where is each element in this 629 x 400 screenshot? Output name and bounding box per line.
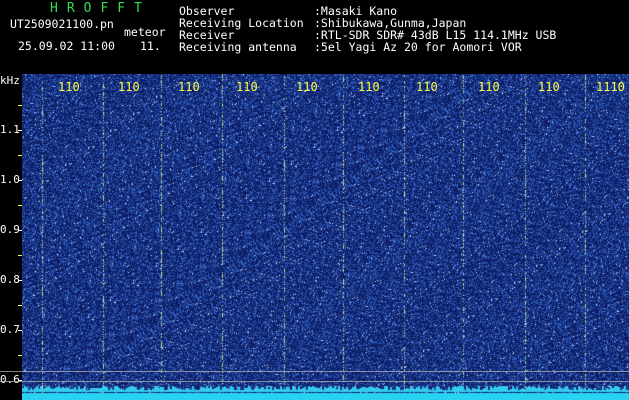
x-label: 110 — [296, 80, 318, 94]
y-tick — [18, 280, 22, 281]
y-tick — [18, 180, 22, 181]
y-label-0-6: 0.6 — [0, 373, 20, 386]
y-tick-minor — [18, 355, 22, 356]
x-label: 110 — [416, 80, 438, 94]
x-label: 110 — [478, 80, 500, 94]
waterfall-spectrogram — [22, 74, 629, 400]
y-label-0-7: 0.7 — [0, 323, 20, 336]
reference-line — [0, 381, 629, 382]
x-label: 1110 — [596, 80, 625, 94]
x-label: 110 — [236, 80, 258, 94]
y-tick — [18, 230, 22, 231]
y-tick-minor — [18, 305, 22, 306]
y-label-0-8: 0.8 — [0, 273, 20, 286]
x-label: 110 — [358, 80, 380, 94]
y-label-0-9: 0.9 — [0, 223, 20, 236]
filename: UT2509021100.pn — [10, 17, 114, 31]
x-label: 110 — [118, 80, 140, 94]
y-label-1-1: 1.1 — [0, 123, 20, 136]
brand-title: HROFFT — [50, 1, 151, 16]
y-axis-unit: kHz — [0, 74, 20, 87]
reference-line — [0, 371, 629, 372]
y-label-1-0: 1.0 — [0, 173, 20, 186]
y-tick-minor — [18, 205, 22, 206]
header-panel: HROFFT UT2509021100.pn meteor 25.09.02 1… — [0, 0, 629, 74]
antenna-label: Receiving antenna — [179, 40, 297, 54]
counter: 11. — [140, 39, 161, 53]
antenna-value: :5el Yagi Az 20 for Aomori VOR — [314, 40, 522, 54]
y-tick-minor — [18, 105, 22, 106]
datetime: 25.09.02 11:00 — [18, 39, 115, 53]
y-tick-minor — [18, 255, 22, 256]
x-label: 110 — [58, 80, 80, 94]
y-tick — [18, 330, 22, 331]
x-label: 110 — [178, 80, 200, 94]
y-tick — [18, 130, 22, 131]
x-label: 110 — [538, 80, 560, 94]
meteor-tag: meteor — [124, 25, 166, 39]
y-tick-minor — [18, 155, 22, 156]
